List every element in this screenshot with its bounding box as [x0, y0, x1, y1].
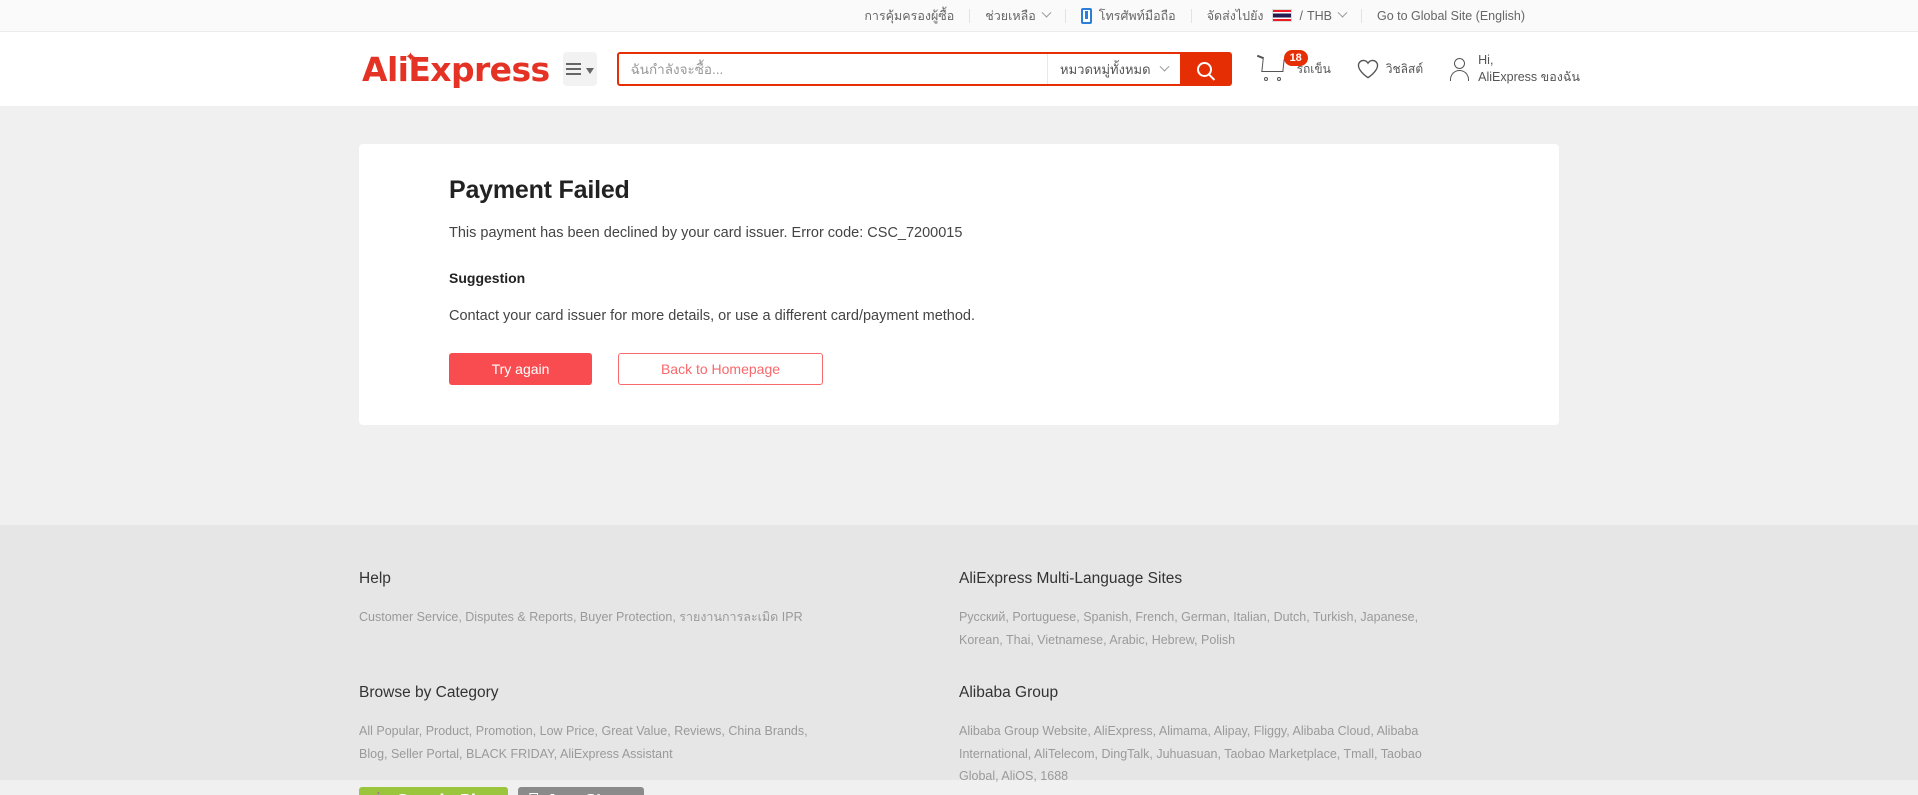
google-play-button[interactable]: 🤖 Google Play [359, 787, 509, 795]
header-actions: 18 รถเข็น วิชลิสต์ Hi, AliExpress ของฉัน [1256, 50, 1580, 86]
top-utility-bar: การคุ้มครองผู้ซื้อ ช่วยเหลือ โทรศัพท์มือ… [0, 0, 1918, 32]
footer-browse-heading: Browse by Category [359, 684, 499, 701]
chevron-down-icon [1041, 7, 1052, 18]
hamburger-icon [565, 63, 581, 75]
search-category-label: หมวดหมู่ทั้งหมด [1060, 61, 1151, 77]
topbar-help-label: ช่วยเหลือ [985, 8, 1036, 23]
site-footer: Help Customer Service, Disputes & Report… [0, 525, 1918, 795]
suggestion-heading: Suggestion [449, 270, 526, 286]
account-label: AliExpress ของฉัน [1478, 70, 1580, 84]
account-greeting: Hi, [1478, 53, 1494, 68]
suggestion-text: Contact your card issuer for more detail… [449, 308, 976, 324]
topbar-item-global-site[interactable]: Go to Global Site (English) [1362, 6, 1540, 26]
topbar-mobile-label: โทรศัพท์มือถือ [1098, 8, 1176, 23]
currency-label: THB [1307, 8, 1332, 23]
topbar-item-buyer-protection[interactable]: การคุ้มครองผู้ซื้อ [849, 6, 969, 26]
global-site-label: Go to Global Site (English) [1377, 8, 1525, 23]
search-icon [1197, 61, 1213, 77]
site-header: ✦ AliExpress หมวดหมู่ทั้งหมด 18 รถเข็น [0, 32, 1918, 107]
app-store-button[interactable]:  App Store [518, 787, 644, 795]
main-content-area: Payment Failed This payment has been dec… [0, 107, 1918, 525]
app-store-label: App Store [547, 791, 631, 795]
footer-spacer [959, 651, 1559, 684]
try-again-button[interactable]: Try again [449, 353, 592, 385]
action-buttons: Try again Back to Homepage [449, 353, 1559, 385]
footer-languages-heading: AliExpress Multi-Language Sites [959, 570, 1183, 587]
footer-column-help: Help Customer Service, Disputes & Report… [359, 570, 959, 651]
topbar-item-ship-to[interactable]: จัดส่งไปยัง / THB [1192, 6, 1361, 26]
footer-help-heading: Help [359, 570, 391, 587]
chevron-down-icon [1337, 7, 1348, 18]
topbar-buyer-protection-label: การคุ้มครองผู้ซื้อ [864, 8, 955, 23]
wishlist-label: วิชลิสต์ [1385, 61, 1424, 76]
cart-count-badge: 18 [1283, 50, 1308, 66]
footer-alibaba-heading: Alibaba Group [959, 684, 1059, 701]
logo-text: AliExpress [362, 49, 550, 89]
topbar-item-help[interactable]: ช่วยเหลือ [970, 6, 1065, 26]
currency-separator: / [1299, 8, 1303, 23]
search-submit-button[interactable] [1179, 54, 1230, 84]
cart-button[interactable]: 18 รถเข็น [1256, 50, 1331, 82]
wishlist-button[interactable]: วิชลิสต์ [1357, 59, 1423, 79]
categories-menu-button[interactable] [562, 52, 597, 86]
google-play-label: Google Play [396, 791, 496, 795]
footer-browse-links[interactable]: All Popular, Product, Promotion, Low Pri… [359, 720, 839, 765]
footer-help-links[interactable]: Customer Service, Disputes & Reports, Bu… [359, 606, 839, 629]
footer-column-languages: AliExpress Multi-Language Sites Русский,… [959, 570, 1559, 651]
footer-spacer [359, 651, 959, 684]
mobile-phone-icon [1080, 7, 1092, 24]
chevron-down-icon [1159, 61, 1170, 72]
error-description: This payment has been declined by your c… [449, 225, 963, 241]
search-category-dropdown[interactable]: หมวดหมู่ทั้งหมด [1047, 54, 1180, 84]
topbar-item-mobile-app[interactable]: โทรศัพท์มือถือ [1066, 6, 1191, 26]
shopping-cart-icon: 18 [1256, 50, 1308, 82]
app-store-badges: 🤖 Google Play  App Store [359, 787, 919, 795]
page-title: Payment Failed [449, 176, 630, 204]
ship-to-label: จัดส่งไปยัง [1206, 8, 1264, 23]
footer-column-browse: Browse by Category All Popular, Product,… [359, 684, 959, 795]
footer-languages-links[interactable]: Русский, Portuguese, Spanish, French, Ge… [959, 606, 1439, 651]
search-bar: หมวดหมู่ทั้งหมด [616, 52, 1232, 86]
heart-icon [1357, 59, 1379, 79]
caret-down-icon [585, 67, 594, 74]
payment-failed-card: Payment Failed This payment has been dec… [359, 144, 1559, 425]
account-button[interactable]: Hi, AliExpress ของฉัน [1449, 52, 1580, 86]
aliexpress-logo[interactable]: ✦ AliExpress [362, 49, 550, 89]
search-input[interactable] [618, 54, 1048, 84]
logo-sparkle-icon: ✦ [405, 49, 416, 65]
apple-icon:  [528, 791, 538, 795]
footer-alibaba-links[interactable]: Alibaba Group Website, AliExpress, Alima… [959, 720, 1439, 788]
footer-column-alibaba: Alibaba Group Alibaba Group Website, Ali… [959, 684, 1559, 795]
back-to-homepage-button[interactable]: Back to Homepage [618, 353, 823, 385]
flag-thailand-icon [1271, 9, 1292, 22]
user-account-icon [1449, 57, 1471, 81]
